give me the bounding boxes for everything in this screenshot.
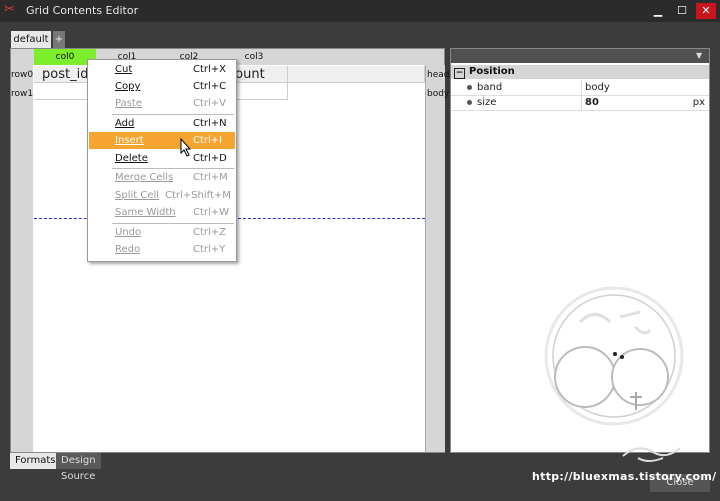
mouse-cursor-icon — [180, 138, 192, 157]
row-header-row1[interactable]: row1 — [11, 86, 33, 102]
position-section-header[interactable]: − Position — [451, 65, 709, 79]
watermark-logo-icon — [544, 286, 684, 426]
property-value[interactable]: body — [581, 80, 610, 95]
property-name: size — [477, 97, 497, 108]
tab-strip: default + — [0, 22, 720, 48]
menu-item-undo: Undo Ctrl+Z — [115, 227, 227, 238]
close-window-button[interactable]: ✕ — [696, 3, 716, 19]
menu-item-split-cell: Split Cell Ctrl+Shift+M — [115, 190, 231, 201]
band-label-body: body — [427, 89, 450, 99]
properties-toolbar: ▼ — [451, 49, 709, 63]
bullet-icon — [467, 85, 472, 90]
add-tab-button[interactable]: + — [53, 31, 65, 48]
menu-item-merge-cells: Merge Cells Ctrl+M — [115, 172, 228, 183]
collapse-icon[interactable]: − — [454, 68, 465, 79]
menu-item-paste: Paste Ctrl+V — [115, 98, 227, 109]
menu-item-insert[interactable]: Insert Ctrl+I — [89, 132, 235, 149]
menu-item-same-width: Same Width Ctrl+W — [115, 207, 230, 218]
minimize-button[interactable]: ▁ — [648, 3, 668, 19]
band-label-head: head — [427, 70, 450, 80]
tab-formats[interactable]: Formats — [10, 453, 61, 469]
section-title: Position — [469, 66, 515, 77]
menu-item-redo: Redo Ctrl+Y — [115, 244, 226, 255]
menu-item-delete[interactable]: Delete Ctrl+D — [89, 150, 235, 167]
dropdown-arrow-icon[interactable]: ▼ — [696, 51, 706, 61]
tab-default[interactable]: default — [11, 31, 51, 48]
context-menu: Cut Ctrl+X Copy Ctrl+C Paste Ctrl+V Add Ctrl… — [87, 59, 237, 262]
bullet-icon — [467, 100, 472, 105]
title-bar: ✂ Grid Contents Editor ▁ ☐ ✕ — [0, 0, 720, 22]
band-column — [425, 65, 445, 452]
property-unit: px — [692, 97, 705, 108]
property-row-size[interactable]: size 80 px — [451, 95, 709, 111]
row-header-column — [11, 65, 33, 452]
property-name: band — [477, 82, 503, 93]
tab-design-source[interactable]: Design Source — [56, 453, 101, 482]
menu-item-add[interactable]: Add Ctrl+N — [89, 115, 235, 132]
signature-scribble-icon — [622, 447, 681, 462]
property-value[interactable]: 80 — [581, 95, 599, 110]
watermark-url: http://bluexmas.tistory.com/ — [532, 470, 717, 483]
app-icon: ✂ — [4, 2, 15, 17]
menu-item-copy[interactable]: Copy Ctrl+C — [89, 78, 235, 95]
menu-item-cut[interactable]: Cut Ctrl+X — [89, 61, 235, 78]
grid-cell-head-filler — [288, 66, 425, 83]
window-title: Grid Contents Editor — [26, 4, 139, 17]
maximize-button[interactable]: ☐ — [672, 3, 692, 19]
row-header-row0[interactable]: row0 — [11, 67, 33, 83]
property-row-band[interactable]: band body — [451, 80, 709, 96]
